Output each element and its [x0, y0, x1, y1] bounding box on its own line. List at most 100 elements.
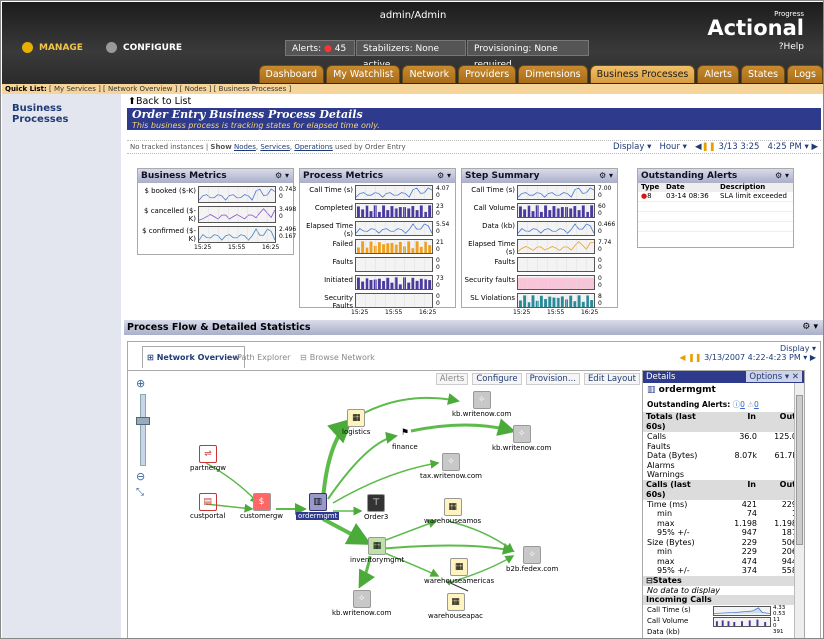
flow-datetime[interactable]: ◀ ❚❚ 3/13/2007 4:22-4:23 PM ▾ ▶ — [679, 353, 816, 362]
services-link[interactable]: Services — [260, 143, 290, 151]
info-count[interactable]: 0 — [740, 400, 745, 409]
warning-icon: ⚠ — [747, 400, 755, 409]
tab-path-explorer[interactable]: ⋯ Path Explorer — [226, 346, 290, 368]
scroll-thumb[interactable] — [796, 395, 803, 545]
manage-label: MANAGE — [39, 42, 83, 53]
node-label: ordermgmt — [296, 512, 340, 520]
app-window: admin/Admin MANAGE CONFIGURE Alerts: ● 4… — [0, 0, 824, 639]
manage-mode[interactable]: MANAGE — [22, 42, 83, 53]
node-label: warehouseamericas — [424, 577, 495, 585]
node-warehouseapac[interactable]: ▦ warehouseapac — [428, 593, 483, 620]
quick-link-business-processes[interactable]: Business Processes — [219, 85, 287, 93]
configure-mode[interactable]: CONFIGURE — [106, 42, 182, 53]
network-canvas[interactable]: Alerts Configure Provision... Edit Layou… — [128, 370, 640, 638]
quick-link-network-overview[interactable]: Network Overview — [108, 85, 172, 93]
node-order3[interactable]: ⊤ Order3 — [364, 494, 388, 521]
states-icon: ⊟ — [646, 575, 653, 585]
node-kb-writenow-1[interactable]: ✧ kb.writenow.com — [452, 391, 511, 418]
process_metrics-row-min: 0 — [436, 228, 440, 235]
back-to-list-link[interactable]: ⬆Back to List — [128, 96, 191, 107]
panel-menu-icon[interactable]: ⚙ ▾ — [599, 169, 613, 183]
tab-providers[interactable]: Providers — [458, 65, 517, 83]
process_metrics-row-min: 0 — [436, 246, 440, 253]
tab-network[interactable]: Network — [402, 65, 457, 83]
step_summary-row-values: 80 — [598, 293, 602, 307]
node-kb-writenow-3[interactable]: ✧ kb.writenow.com — [332, 590, 391, 617]
calls-cell: 558 — [781, 566, 797, 575]
details-scrollbar[interactable] — [794, 383, 804, 638]
date-value[interactable]: 3/13 3:25 — [719, 142, 760, 152]
totals-title: Totals (last 60s) — [646, 412, 696, 431]
quick-link-my-services[interactable]: My Services — [54, 85, 96, 93]
tab-states[interactable]: States — [740, 65, 786, 83]
back-label: Back to List — [135, 96, 192, 107]
time-value[interactable]: 4:25 PM — [768, 142, 802, 152]
outstanding-alerts-title: Outstanding Alerts — [641, 171, 738, 181]
business_metrics-row-min: 0.167 — [279, 233, 297, 240]
sidebar-title[interactable]: Business Processes — [12, 103, 121, 125]
totals-cell: 36.0 — [739, 432, 757, 441]
operations-link[interactable]: Operations — [294, 143, 332, 151]
quick-link-nodes[interactable]: Nodes — [185, 85, 207, 93]
calls-cell: 474 — [741, 556, 757, 566]
alert-row[interactable]: ●8 03-14 08:36 SLA limit exceeded — [638, 192, 793, 202]
node-kb-writenow-2[interactable]: ✧ kb.writenow.com — [492, 425, 551, 452]
nodes-link[interactable]: Nodes — [234, 143, 256, 151]
flow-display-dropdown[interactable]: Display ▾ — [679, 344, 816, 353]
panel-menu-icon[interactable]: ⚙ ▾ — [802, 320, 818, 335]
tab-browse-network[interactable]: ⊟ Browse Network — [300, 346, 375, 368]
node-custportal[interactable]: ▤ custportal — [190, 493, 225, 520]
pause-icon[interactable]: ❚❚ — [702, 142, 716, 152]
step_summary-sparkline — [517, 203, 595, 218]
actional-logo: Progress Actional — [707, 10, 804, 40]
business_metrics-row-label: $ booked ($-K) — [144, 187, 197, 195]
process_metrics-row-values: 21 0 — [436, 239, 444, 253]
main-content: ⬆Back to List Order Entry Business Proce… — [124, 94, 823, 638]
totals-cell: 8.07k — [734, 451, 757, 460]
empty-row — [638, 212, 793, 222]
service-icon: ✧ — [512, 425, 531, 443]
node-warehouseamos[interactable]: ▦ warehouseamos — [424, 498, 481, 525]
incoming-title: Incoming Calls — [646, 594, 712, 604]
node-warehouseamericas[interactable]: ▦ warehouseamericas — [424, 558, 494, 585]
node-inventorymgmt[interactable]: ▦ inventorymgmt — [350, 537, 404, 564]
tab-dimensions[interactable]: Dimensions — [518, 65, 588, 83]
panel-menu-icon[interactable]: ⚙ ▾ — [437, 169, 451, 183]
alerts-status[interactable]: Alerts: ● 45 — [285, 40, 355, 56]
node-logistics[interactable]: ▦ logistics — [342, 409, 370, 436]
node-customergw[interactable]: $ customergw — [240, 493, 283, 520]
tab-logs[interactable]: Logs — [787, 65, 823, 83]
process_metrics-sparkline — [355, 293, 433, 308]
tab-business-processes[interactable]: Business Processes — [589, 65, 696, 83]
warning-count[interactable]: 0 — [754, 400, 759, 409]
node-partnergw[interactable]: ⇌ partnergw — [190, 445, 226, 472]
totals-cell: Data (Bytes) — [647, 451, 698, 460]
process_metrics-row-values: 5.54 0 — [436, 221, 449, 235]
node-tax-writenow[interactable]: ✧ tax.writenow.com — [420, 453, 482, 480]
display-dropdown[interactable]: Display — [613, 142, 644, 152]
totals-cell: 125.0 — [774, 432, 797, 441]
process_metrics-row-max: 0 — [436, 257, 440, 264]
process-metrics-title: Process Metrics — [303, 171, 384, 181]
step_summary-row-max: 0 — [598, 275, 602, 282]
provisioning-status[interactable]: Provisioning: None required — [467, 40, 589, 70]
pause-icon[interactable]: ◀ ❚❚ — [679, 353, 701, 362]
help-link[interactable]: ?Help — [779, 42, 804, 52]
next-icon[interactable]: ▶ — [811, 142, 818, 152]
tab-alerts[interactable]: Alerts — [697, 65, 739, 83]
inc-val: 0.53 — [773, 610, 786, 617]
node-b2b-fedex[interactable]: ✧ b2b.fedex.com — [506, 546, 558, 573]
panel-menu-icon[interactable]: ⚙ ▾ — [775, 169, 789, 183]
stabilizers-status[interactable]: Stabilizers: None active — [356, 40, 466, 70]
tab-dashboard[interactable]: Dashboard — [258, 65, 325, 83]
main-tabs: Dashboard My Watchlist Network Providers… — [258, 65, 823, 83]
node-ordermgmt[interactable]: ▥ ordermgmt — [296, 493, 340, 520]
step_summary-row-values: 00 — [598, 257, 602, 271]
hour-dropdown[interactable]: Hour — [659, 142, 679, 152]
tab-my-watchlist[interactable]: My Watchlist — [326, 65, 401, 83]
panel-menu-icon[interactable]: ⚙ ▾ — [275, 169, 289, 183]
col-description: Description — [720, 183, 766, 191]
options-menu[interactable]: Options ▾ ✕ — [746, 371, 802, 382]
node-finance[interactable]: ⚑ finance — [392, 424, 418, 451]
close-icon[interactable]: ✕ — [792, 372, 799, 382]
